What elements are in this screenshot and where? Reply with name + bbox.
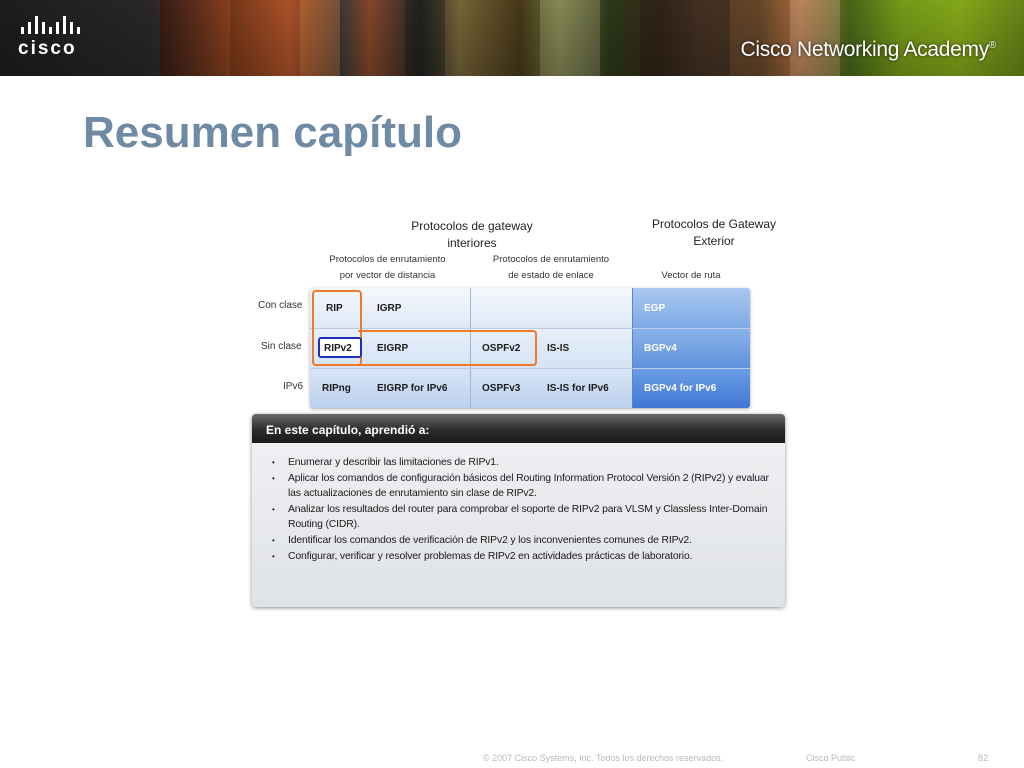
cisco-logo: cisco (18, 16, 98, 60)
footer-page-number: 82 (978, 753, 989, 763)
exterior-header: Protocolos de Gateway Exterior (651, 217, 777, 248)
footer-classification: Cisco Public (806, 753, 856, 763)
proto-is-is-ipv6: IS-IS for IPv6 (547, 383, 609, 394)
summary-panel: En este capítulo, aprendió a: Enumerar y… (252, 414, 785, 607)
proto-ospfv3: OSPFv3 (482, 383, 521, 394)
list-item: Aplicar los comandos de configuración bá… (272, 471, 777, 502)
page-title: Resumen capítulo (83, 108, 462, 157)
path-vector-header: Vector de ruta (661, 270, 721, 281)
row-label-classful: Con clase (258, 300, 303, 311)
list-item: Enumerar y describir las limitaciones de… (272, 455, 777, 471)
cisco-wordmark: cisco (18, 38, 77, 59)
link-state-header: Protocolos de enrutamiento de estado de … (492, 254, 610, 281)
proto-bgpv4: BGPv4 (644, 343, 677, 354)
list-item: Identificar los comandos de verificación… (272, 533, 777, 549)
proto-egp: EGP (644, 303, 666, 314)
proto-rip: RIP (326, 303, 343, 314)
interior-header: Protocolos de gateway interiores (411, 219, 533, 250)
row-label-classless: Sin clase (261, 341, 302, 352)
distance-vector-header: Protocolos de enrutamiento por vector de… (329, 254, 446, 281)
header-banner: cisco Cisco Networking Academy® (0, 0, 1024, 76)
academy-title: Cisco Networking Academy® (740, 38, 997, 61)
proto-ospfv2: OSPFv2 (482, 343, 521, 354)
list-item: Analizar los resultados del router para … (272, 502, 777, 533)
footer-copyright: © 2007 Cisco Systems, Inc. Todos los der… (483, 753, 724, 763)
proto-bgpv4-ipv6: BGPv4 for IPv6 (644, 383, 717, 394)
proto-eigrp: EIGRP (377, 343, 409, 354)
proto-is-is: IS-IS (547, 343, 570, 354)
proto-ripv2: RIPv2 (324, 343, 352, 354)
cisco-bars-icon (21, 16, 98, 34)
proto-igrp: IGRP (377, 303, 402, 314)
proto-eigrp-ipv6: EIGRP for IPv6 (377, 383, 448, 394)
proto-ripng: RIPng (322, 383, 351, 394)
summary-header: En este capítulo, aprendió a: (252, 414, 785, 443)
list-item: Configurar, verificar y resolver problem… (272, 549, 777, 565)
row-label-ipv6: IPv6 (283, 381, 304, 392)
summary-list: Enumerar y describir las limitaciones de… (252, 443, 785, 564)
summary-heading: En este capítulo, aprendió a: (266, 423, 430, 437)
